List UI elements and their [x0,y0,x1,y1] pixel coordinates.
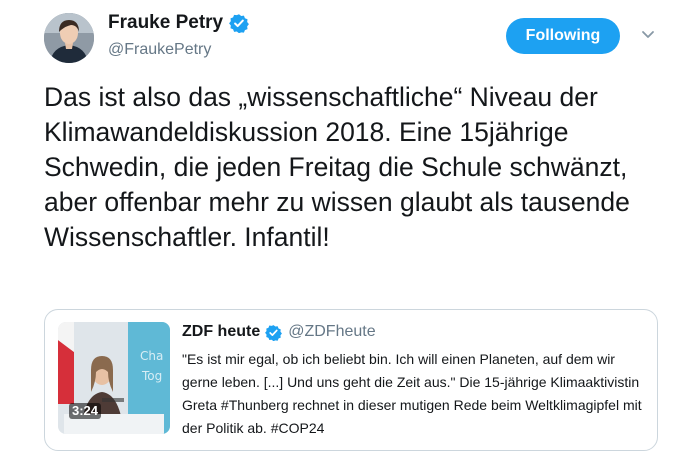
video-thumbnail[interactable]: Cha Tog 3:24 [58,322,170,434]
author-avatar[interactable] [44,13,94,63]
quoted-tweet-text: "Es ist mir egal, ob ich beliebt bin. Ic… [182,351,642,436]
video-duration: 3:24 [69,403,102,419]
quoted-tweet[interactable]: Cha Tog 3:24 ZDF heute @ZDFheute "Es ist… [44,309,658,451]
avatar-photo [44,13,94,63]
verified-badge-icon [229,14,250,33]
author-name-row: Frauke Petry [108,12,250,34]
svg-text:Tog: Tog [141,369,162,383]
quoted-author-name[interactable]: ZDF heute [182,322,260,342]
svg-text:Cha: Cha [140,349,163,363]
author-name[interactable]: Frauke Petry [108,12,223,34]
quoted-author-row: ZDF heute @ZDFheute [182,322,376,342]
author-handle[interactable]: @FraukePetry [108,40,211,60]
chevron-down-icon[interactable] [640,26,656,42]
tweet-text: Das ist also das „wissenschaftliche“ Niv… [44,82,630,252]
quoted-author-handle[interactable]: @ZDFheute [288,322,375,342]
verified-badge-icon [265,324,283,341]
following-button[interactable]: Following [506,18,620,54]
